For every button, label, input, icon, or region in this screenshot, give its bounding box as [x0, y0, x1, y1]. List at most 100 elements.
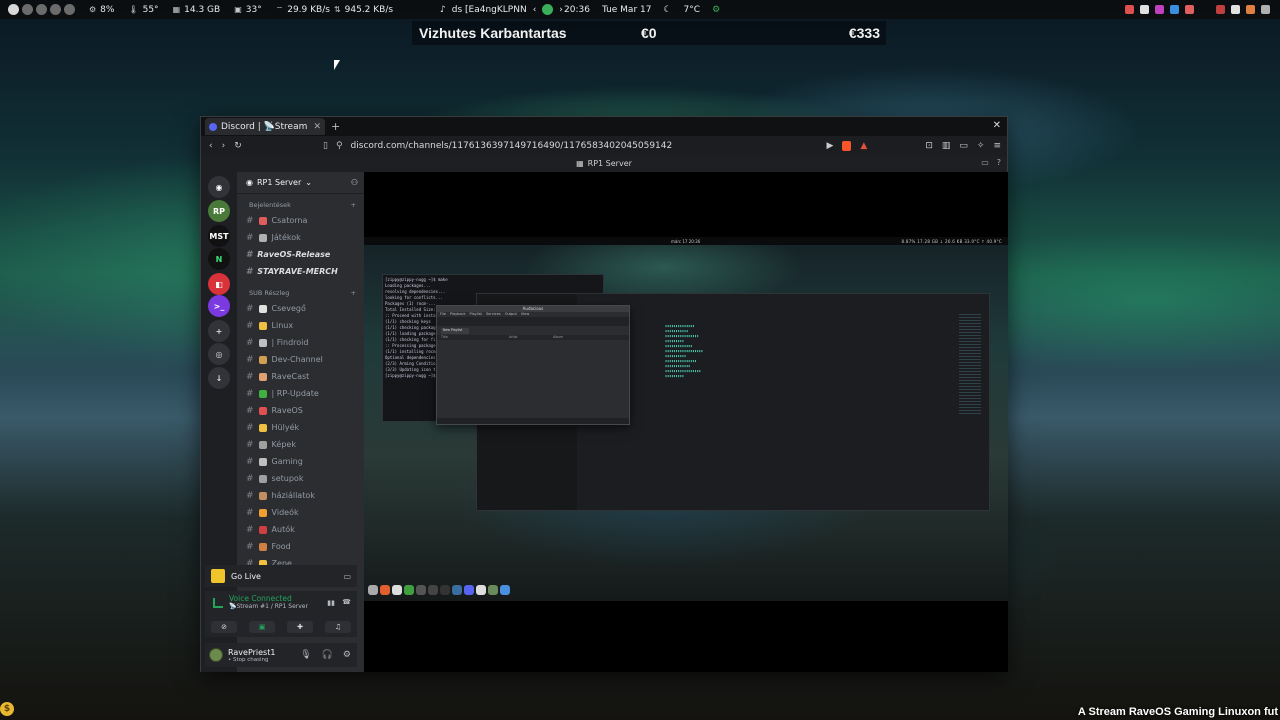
pip-icon[interactable]: ⊡	[925, 141, 933, 151]
screen-share-icon[interactable]: ▭	[343, 572, 351, 581]
channel-item[interactable]: # Hülyék	[237, 419, 364, 436]
activities-button[interactable]: ✚	[287, 621, 313, 633]
category-bejelentesek[interactable]: Bejelentések +	[237, 198, 364, 212]
hash-icon: #	[246, 490, 254, 501]
sidebar-icon[interactable]: ▥	[942, 141, 951, 151]
channel-item[interactable]: # STAYRAVE-MERCH	[237, 263, 364, 280]
media-cast-icon[interactable]: ▶	[826, 141, 833, 151]
signal-icon[interactable]	[213, 598, 223, 608]
tab-discord[interactable]: Discord | 📡Stream ✕	[205, 118, 325, 135]
media-widget[interactable]: ♪ ds [Ea4ngKLPNN ‹ ›	[440, 0, 563, 19]
server-icon-nvidia[interactable]: N	[208, 248, 230, 270]
channel-item[interactable]: # | RP-Update	[237, 385, 364, 402]
next-icon[interactable]: ›	[559, 5, 563, 15]
server-icon-red[interactable]: ◧	[208, 273, 230, 295]
workspace-dot[interactable]	[50, 4, 61, 15]
discord-home-icon[interactable]: ◉	[208, 176, 230, 198]
channel-item[interactable]: # Képek	[237, 436, 364, 453]
channel-item[interactable]: # Dev-Channel	[237, 351, 364, 368]
channel-emoji-icon	[258, 338, 267, 347]
channel-item[interactable]: # Gaming	[237, 453, 364, 470]
back-icon[interactable]: ‹	[209, 141, 213, 151]
brave-shields-icon[interactable]	[842, 141, 852, 151]
wallet-icon[interactable]: ▭	[959, 141, 968, 151]
workspace-dot[interactable]	[64, 4, 75, 15]
explore-icon[interactable]: ◎	[208, 343, 230, 365]
hash-icon: #	[246, 303, 254, 314]
settings-icon[interactable]: ⚙	[712, 5, 720, 15]
editor-code: ▮▮▮▮▮▮▮▮▮▮▮▮▮▮ ▮▮▮▮▮▮▮▮▮▮▮ ▮▮▮▮▮▮▮▮▮▮▮▮▮▮▮…	[665, 324, 703, 378]
play-pause-icon[interactable]	[542, 4, 554, 15]
add-channel-icon[interactable]: +	[351, 201, 356, 209]
bookmark-icon[interactable]: ▯	[323, 141, 328, 151]
dock-app-icon	[500, 585, 510, 595]
channel-item[interactable]: # setupok	[237, 470, 364, 487]
gear-icon[interactable]: ⚙	[343, 650, 351, 660]
channel-item[interactable]: # Autók	[237, 521, 364, 538]
channel-item[interactable]: # Linux	[237, 317, 364, 334]
streamed-desktop: márc 17 20:36 8.87% 17.28 GB ↓ 26.6 KB 3…	[364, 237, 1008, 601]
hash-icon: #	[246, 215, 254, 226]
channel-item[interactable]: # Csevegő	[237, 300, 364, 317]
address-field[interactable]: ▯ ⚲ discord.com/channels/117613639714971…	[323, 138, 883, 154]
server-icon-mst[interactable]: MST	[208, 225, 230, 247]
forward-icon[interactable]: ›	[222, 141, 226, 151]
close-window-button[interactable]: ✕	[993, 120, 1001, 131]
add-channel-icon[interactable]: +	[351, 289, 356, 297]
disconnect-icon[interactable]: ☎	[342, 598, 351, 606]
channel-item[interactable]: # RaveOS-Release	[237, 246, 364, 263]
power-icon[interactable]	[1261, 5, 1270, 14]
tray-icon[interactable]	[1246, 5, 1255, 14]
tray-icon[interactable]	[1125, 5, 1134, 14]
soundboard-button[interactable]: ♫	[325, 621, 351, 633]
category-sub-reszleg[interactable]: SUB Részleg +	[237, 286, 364, 300]
site-info-icon[interactable]: ⚲	[336, 141, 343, 151]
server-header[interactable]: ◉ RP1 Server ⌄ ⚇	[237, 172, 364, 194]
url-bar: ‹ › ↻ ▯ ⚲ discord.com/channels/117613639…	[201, 136, 1007, 156]
server-icon-terminal[interactable]: >_	[208, 295, 230, 317]
close-tab-icon[interactable]: ✕	[313, 122, 321, 132]
noise-suppression-icon[interactable]: ▮▮	[327, 599, 335, 607]
workspace-indicators[interactable]	[8, 4, 75, 15]
channel-item[interactable]: # Játékok	[237, 229, 364, 246]
tray-icon[interactable]	[1170, 5, 1179, 14]
tray-icon[interactable]	[1216, 5, 1225, 14]
inbox-icon[interactable]: ▭	[981, 158, 989, 167]
channel-item[interactable]: # Videók	[237, 504, 364, 521]
channel-item[interactable]: # RaveOS	[237, 402, 364, 419]
headphones-icon[interactable]: 🎧	[322, 650, 333, 660]
prev-icon[interactable]: ‹	[533, 5, 537, 15]
channel-item[interactable]: # RaveCast	[237, 368, 364, 385]
add-member-icon[interactable]: ⚇	[351, 178, 358, 187]
channel-item[interactable]: # háziállatok	[237, 487, 364, 504]
help-icon[interactable]: ?	[997, 158, 1001, 167]
channel-item[interactable]: # Csatorna	[237, 212, 364, 229]
menu-icon[interactable]: ≡	[993, 141, 1001, 151]
workspace-dot[interactable]	[22, 4, 33, 15]
avatar[interactable]	[209, 648, 223, 662]
stream-viewer[interactable]: márc 17 20:36 8.87% 17.28 GB ↓ 26.6 KB 3…	[364, 172, 1008, 672]
brave-rewards-icon[interactable]: ▲	[860, 141, 867, 151]
camera-off-button[interactable]: ⊘	[211, 621, 237, 633]
screen-share-button[interactable]: ▣	[249, 621, 275, 633]
server-icon-rp1[interactable]: RP	[208, 200, 230, 222]
clock[interactable]: 20:36 Tue Mar 17 ☾ 7°C ⚙	[564, 0, 720, 19]
channel-emoji-icon	[258, 440, 267, 449]
hash-icon: #	[246, 354, 254, 365]
add-server-icon[interactable]: +	[208, 320, 230, 342]
leo-icon[interactable]: ✧	[977, 141, 985, 151]
workspace-dot[interactable]	[36, 4, 47, 15]
channel-item[interactable]: # | Findroid	[237, 334, 364, 351]
download-icon[interactable]: ↓	[208, 367, 230, 389]
new-tab-button[interactable]: +	[331, 120, 340, 133]
reload-icon[interactable]: ↻	[234, 141, 242, 151]
workspace-dot[interactable]	[8, 4, 19, 15]
tray-icon[interactable]	[1155, 5, 1164, 14]
channel-item[interactable]: # Food	[237, 538, 364, 555]
volume-icon[interactable]	[1231, 5, 1240, 14]
microphone-icon[interactable]: 🎙	[300, 650, 311, 660]
dock-app-icon	[488, 585, 498, 595]
tray-icon[interactable]	[1185, 5, 1194, 14]
tray-icon[interactable]	[1140, 5, 1149, 14]
go-live-button[interactable]: Go Live ▭	[205, 565, 357, 587]
